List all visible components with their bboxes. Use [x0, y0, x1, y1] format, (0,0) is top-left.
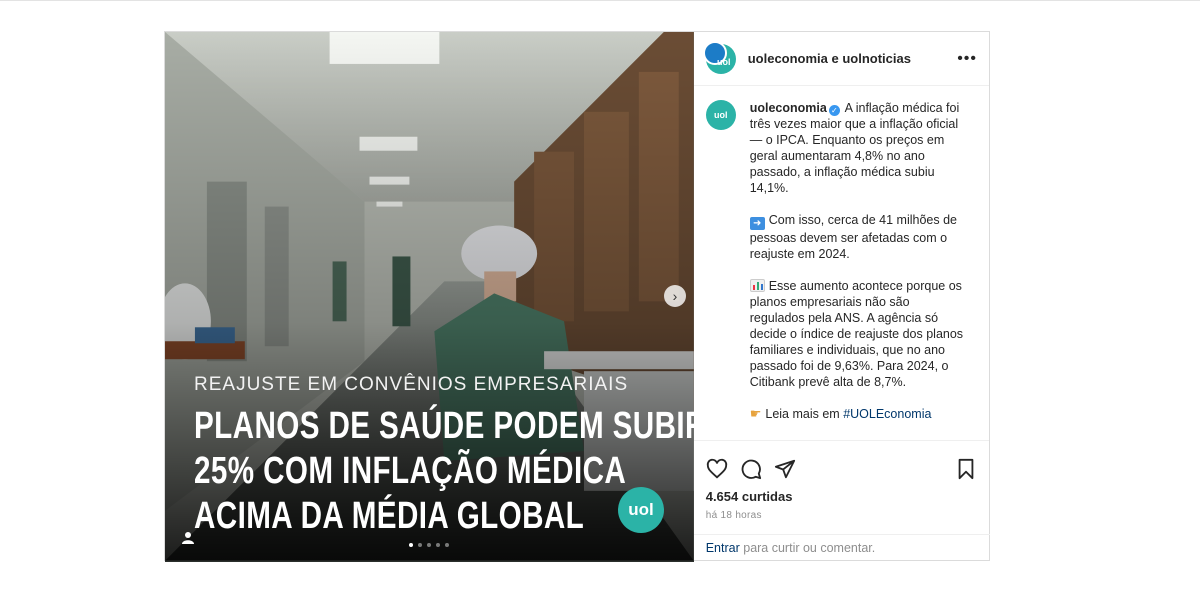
caption-paragraph-1-text: A inflação médica foi três vezes maior q…: [749, 101, 960, 195]
post-header: uol uoleconomia e uolnoticias •••: [693, 32, 989, 86]
caption-paragraph-1: uoleconomia ✓ A inflação médica foi três …: [750, 100, 966, 196]
carousel-dot: [418, 543, 422, 547]
image-headline-line-2: 25% COM INFLAÇÃO MÉDICA: [194, 450, 627, 492]
avatar[interactable]: uol: [702, 40, 736, 74]
comment-login-bar: Entrar para curtir ou comentar.: [693, 534, 990, 562]
bar-chart-emoji-icon: [749, 279, 765, 292]
image-headline-line-3: ACIMA DA MÉDIA GLOBAL: [194, 495, 585, 537]
carousel-dot: [436, 543, 440, 547]
carousel-dot: [445, 543, 449, 547]
pointing-hand-emoji-icon: ☛: [749, 406, 762, 421]
avatar[interactable]: uol: [705, 100, 736, 130]
hashtag-link[interactable]: #UOLEconomia: [843, 407, 931, 421]
image-text-overlay: REAJUSTE EM CONVÊNIOS EMPRESARIAIS PLANO…: [194, 374, 694, 539]
caption-area: uol uoleconomia ✓ A inflação médica foi t…: [693, 86, 989, 441]
caption-paragraph-4: ☛ Leia mais em #UOLEconomia: [749, 406, 932, 421]
right-arrow-emoji-icon: ➜: [749, 217, 765, 230]
bookmark-icon[interactable]: [955, 458, 977, 480]
caption-paragraph-3: Esse aumento acontece porque os planos e…: [749, 279, 964, 389]
image-kicker: REAJUSTE EM CONVÊNIOS EMPRESARIAIS: [194, 374, 629, 395]
account-names[interactable]: uoleconomia e uolnoticias: [748, 51, 911, 66]
verified-badge-icon: ✓: [828, 105, 840, 116]
more-options-icon[interactable]: •••: [957, 50, 977, 68]
uol-logo-badge: uol: [618, 487, 664, 533]
carousel-dot: [409, 543, 413, 547]
carousel-indicator: [409, 543, 449, 547]
heart-icon[interactable]: [706, 458, 728, 480]
top-divider: [0, 0, 1200, 1]
caption-text: uoleconomia ✓ A inflação médica foi três …: [749, 100, 966, 440]
login-link[interactable]: Entrar: [706, 541, 740, 555]
chevron-right-icon[interactable]: ›: [664, 285, 686, 307]
instagram-post: REAJUSTE EM CONVÊNIOS EMPRESARIAIS PLANO…: [164, 31, 990, 562]
caption-paragraph-2: ➜ Com isso, cerca de 41 milhões de pessoa…: [749, 213, 957, 261]
post-media[interactable]: REAJUSTE EM CONVÊNIOS EMPRESARIAIS PLANO…: [165, 32, 694, 562]
user-tag-icon[interactable]: [181, 531, 195, 545]
post-timestamp[interactable]: há 18 horas: [694, 504, 989, 521]
image-headline-line-1: PLANOS DE SAÚDE PODEM SUBIR: [194, 405, 694, 447]
send-icon[interactable]: [774, 458, 796, 480]
likes-count[interactable]: 4.654 curtidas: [694, 485, 989, 504]
comment-icon[interactable]: [740, 458, 762, 480]
comment-login-text: para curtir ou comentar.: [739, 541, 876, 555]
post-sidebar: uol uoleconomia e uolnoticias ••• uol uo…: [693, 32, 990, 562]
carousel-dot: [427, 543, 431, 547]
action-bar: [694, 441, 989, 485]
caption-username[interactable]: uoleconomia: [750, 101, 827, 115]
